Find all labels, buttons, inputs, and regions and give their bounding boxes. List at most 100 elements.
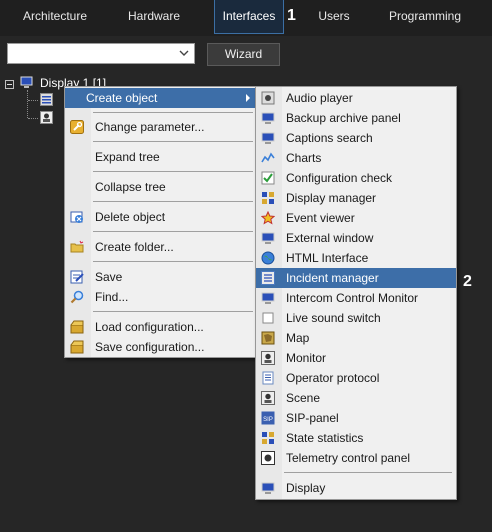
submenu-item-display[interactable]: Display: [256, 478, 456, 498]
tree-connector: [28, 100, 38, 101]
submenu-item-event-viewer[interactable]: Event viewer: [256, 208, 456, 228]
list-icon: [261, 271, 275, 285]
menu-item-collapse-tree[interactable]: Collapse tree: [65, 177, 256, 197]
tree-connector: [27, 90, 28, 118]
menu-item-label: Charts: [286, 151, 322, 165]
star-icon: [261, 211, 275, 225]
submenu-item-state-statistics[interactable]: State statistics: [256, 428, 456, 448]
submenu-item-configuration-check[interactable]: Configuration check: [256, 168, 456, 188]
monitor-icon: [261, 112, 275, 124]
menu-item-find[interactable]: Find...: [65, 287, 256, 307]
delete-icon: [70, 211, 83, 223]
submenu-item-incident-manager[interactable]: Incident manager: [256, 268, 456, 288]
submenu-item-scene[interactable]: Scene: [256, 388, 456, 408]
menu-item-label: Map: [286, 331, 310, 345]
tab-hardware[interactable]: Hardware: [112, 0, 196, 33]
chevron-down-icon: [179, 50, 189, 56]
submenu-item-captions-search[interactable]: Captions search: [256, 128, 456, 148]
grid-icon: [262, 192, 274, 204]
menu-item-label: Intercom Control Monitor: [286, 291, 419, 305]
submenu-item-html-interface[interactable]: HTML Interface: [256, 248, 456, 268]
svg-text:SIP: SIP: [263, 417, 273, 423]
menu-item-load-configuration[interactable]: Load configuration...: [65, 317, 256, 337]
display-icon: [20, 76, 33, 88]
callout-2: 2: [463, 273, 472, 290]
submenu-item-charts[interactable]: Charts: [256, 148, 456, 168]
submenu-arrow-icon: [246, 94, 250, 102]
submenu-item-operator-protocol[interactable]: Operator protocol: [256, 368, 456, 388]
menu-item-label: Delete object: [95, 210, 166, 224]
menu-item-label: Configuration check: [286, 171, 393, 185]
chart-icon: [261, 152, 275, 163]
monitor-icon: [261, 232, 275, 244]
tab-programming[interactable]: Programming: [378, 0, 472, 33]
menu-item-label: Create folder...: [95, 240, 174, 254]
submenu-item-sip-panel[interactable]: SIP SIP-panel: [256, 408, 456, 428]
grid-icon: [262, 432, 274, 444]
speaker-icon: [261, 91, 275, 105]
menu-item-save[interactable]: Save: [65, 267, 256, 287]
menu-item-create-folder[interactable]: Create folder...: [65, 237, 256, 257]
submenu-item-intercom-control-monitor[interactable]: Intercom Control Monitor: [256, 288, 456, 308]
tree-child-icon[interactable]: [40, 93, 53, 106]
tree-connector: [28, 118, 38, 119]
menu-item-label: Backup archive panel: [286, 111, 401, 125]
menu-item-label: Audio player: [286, 91, 353, 105]
submenu-item-display-manager[interactable]: Display manager: [256, 188, 456, 208]
tab-interfaces[interactable]: Interfaces: [214, 0, 284, 34]
square-icon: [262, 312, 274, 324]
menu-item-label: Create object: [86, 91, 158, 105]
submenu-item-map[interactable]: Map: [256, 328, 456, 348]
menu-item-label: Change parameter...: [95, 120, 205, 134]
submenu-item-audio-player[interactable]: Audio player: [256, 88, 456, 108]
wrench-icon: [70, 120, 84, 134]
tab-architecture[interactable]: Architecture: [12, 0, 98, 33]
menu-separator: [93, 141, 253, 142]
tree-collapse-toggle[interactable]: [5, 80, 14, 89]
submenu-item-monitor[interactable]: Monitor: [256, 348, 456, 368]
menu-item-label: Telemetry control panel: [286, 451, 411, 465]
menu-item-expand-tree[interactable]: Expand tree: [65, 147, 256, 167]
submenu-item-backup-archive-panel[interactable]: Backup archive panel: [256, 108, 456, 128]
menu-item-label: Save: [95, 270, 123, 284]
top-tab-bar: Architecture Hardware Interfaces Users P…: [0, 0, 492, 36]
save-icon: [70, 270, 84, 284]
object-type-combobox[interactable]: [7, 43, 195, 64]
telemetry-icon: [261, 451, 275, 465]
submenu-item-telemetry-control-panel[interactable]: Telemetry control panel: [256, 448, 456, 468]
menu-separator: [93, 231, 253, 232]
menu-separator: [93, 311, 253, 312]
menu-item-label: Monitor: [286, 351, 327, 365]
monitor-icon: [261, 482, 275, 494]
tab-users[interactable]: Users: [304, 0, 364, 33]
wizard-button[interactable]: Wizard: [207, 43, 280, 66]
menu-item-delete-object[interactable]: Delete object: [65, 207, 256, 227]
menu-item-label: Captions search: [286, 131, 373, 145]
map-icon: [261, 331, 275, 345]
menu-item-create-object[interactable]: Create object: [65, 88, 256, 108]
menu-item-label: External window: [286, 231, 374, 245]
folder-icon: [70, 240, 84, 253]
menu-item-label: Load configuration...: [95, 320, 204, 334]
sip-icon: SIP: [261, 411, 275, 425]
submenu-item-external-window[interactable]: External window: [256, 228, 456, 248]
document-icon: [262, 371, 274, 385]
box-icon: [70, 320, 84, 334]
menu-separator: [93, 261, 253, 262]
callout-1: 1: [287, 7, 296, 24]
monitor-icon: [261, 292, 275, 304]
menu-item-label: Collapse tree: [95, 180, 166, 194]
tree-child-camera-icon[interactable]: [40, 111, 53, 124]
check-icon: [261, 171, 275, 185]
menu-separator: [93, 112, 253, 113]
menu-item-label: Incident manager: [286, 271, 379, 285]
menu-item-change-parameter[interactable]: Change parameter...: [65, 117, 256, 137]
create-object-submenu: Audio player Backup archive panel Captions…: [255, 86, 457, 500]
menu-item-label: Live sound switch: [286, 311, 381, 325]
menu-item-label: Save configuration...: [95, 340, 205, 354]
menu-item-save-configuration[interactable]: Save configuration...: [65, 337, 256, 357]
menu-item-label: Expand tree: [95, 150, 160, 164]
globe-icon: [261, 251, 275, 265]
menu-item-label: Scene: [286, 391, 321, 405]
submenu-item-live-sound-switch[interactable]: Live sound switch: [256, 308, 456, 328]
